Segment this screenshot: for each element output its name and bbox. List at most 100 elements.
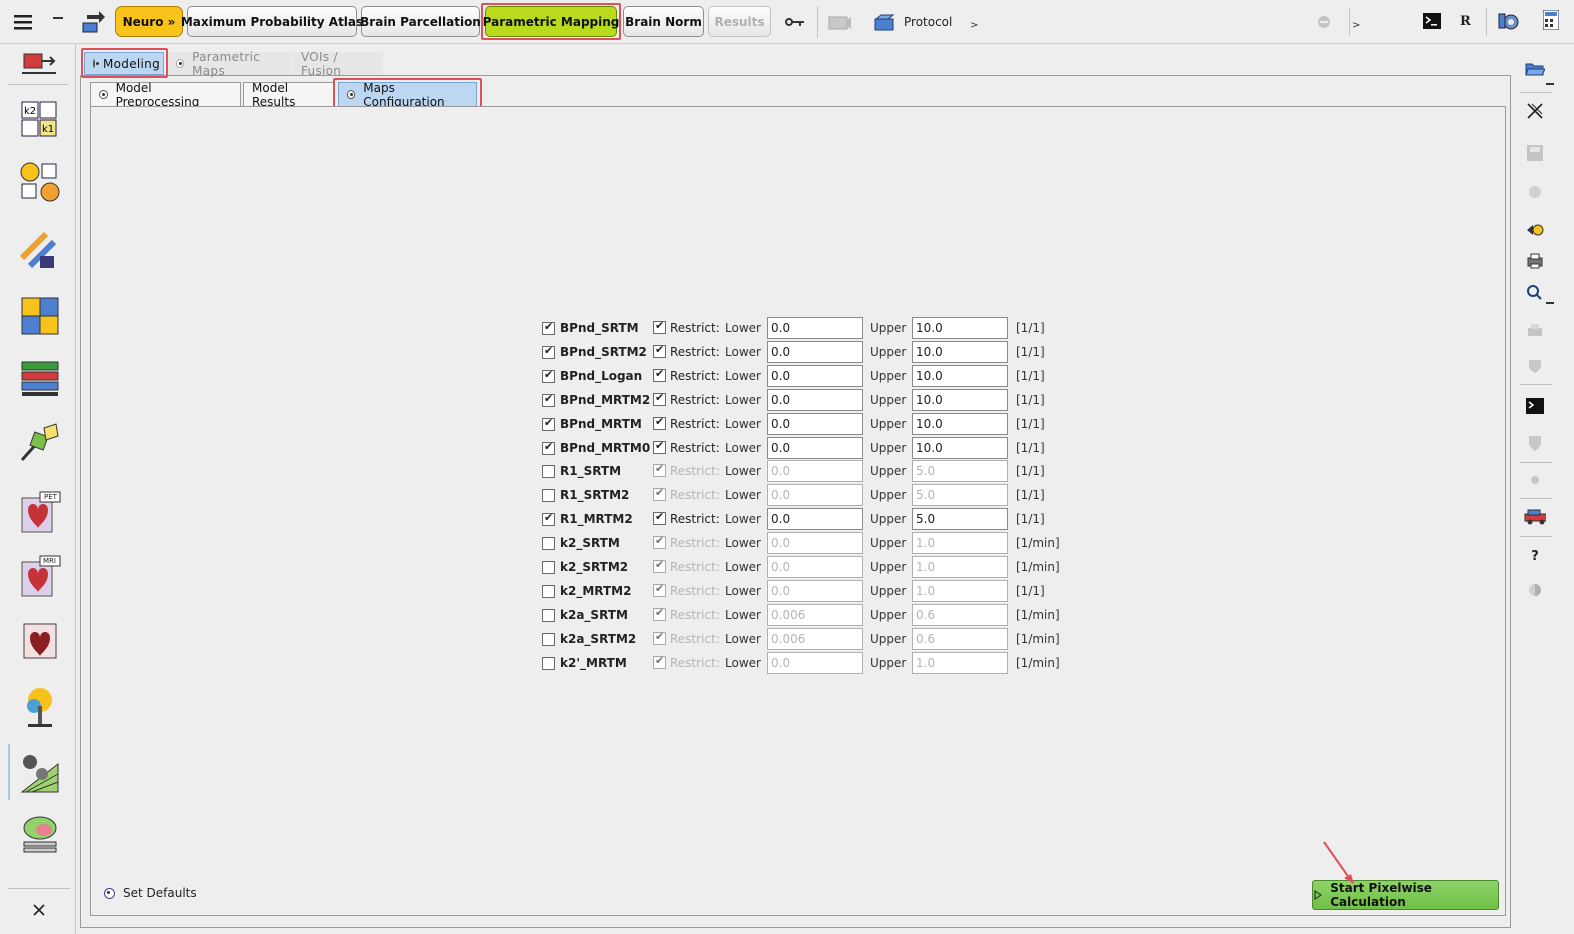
parametric-mapping-nav-icon[interactable] bbox=[18, 752, 62, 796]
tab-parametric-maps[interactable]: Parametric Maps bbox=[168, 50, 292, 78]
lower-bound-field[interactable]: 0.006 bbox=[767, 604, 863, 626]
save-icon[interactable] bbox=[1524, 143, 1546, 163]
restrict-checkbox[interactable] bbox=[653, 367, 666, 382]
help-icon[interactable]: ? bbox=[1524, 546, 1546, 566]
printer-icon[interactable] bbox=[1524, 320, 1546, 340]
restrict-checkbox[interactable] bbox=[653, 558, 666, 573]
lower-bound-field[interactable]: 0.0 bbox=[767, 532, 863, 554]
r-console-label[interactable]: R bbox=[1460, 14, 1471, 29]
minimize-icon[interactable] bbox=[52, 14, 64, 22]
rendering-tool-icon[interactable] bbox=[18, 420, 62, 464]
restrict-checkbox[interactable] bbox=[653, 391, 666, 406]
parameter-checkbox[interactable] bbox=[542, 511, 555, 526]
protocol-expand-arrow[interactable]: > bbox=[970, 20, 978, 31]
restrict-checkbox[interactable] bbox=[653, 630, 666, 645]
lower-bound-field[interactable]: 0.006 bbox=[767, 628, 863, 650]
upper-bound-field[interactable]: 0.6 bbox=[912, 628, 1008, 650]
cardiac-icon[interactable] bbox=[18, 618, 62, 662]
parameter-checkbox[interactable] bbox=[542, 608, 555, 622]
restrict-checkbox[interactable] bbox=[653, 415, 666, 430]
upper-bound-field[interactable]: 0.6 bbox=[912, 604, 1008, 626]
upper-bound-field[interactable]: 1.0 bbox=[912, 532, 1008, 554]
tab-model-preprocessing[interactable]: Model Preprocessing bbox=[90, 81, 241, 109]
parameter-checkbox[interactable] bbox=[542, 392, 555, 407]
restrict-checkbox[interactable] bbox=[653, 582, 666, 597]
parameter-checkbox[interactable] bbox=[542, 416, 555, 431]
upper-bound-field[interactable]: 1.0 bbox=[912, 652, 1008, 674]
brain-segmentation-icon[interactable] bbox=[18, 814, 62, 858]
parameter-checkbox[interactable] bbox=[542, 440, 555, 455]
tab-model-results[interactable]: Model Results bbox=[243, 81, 335, 109]
terminal-icon[interactable] bbox=[1422, 12, 1442, 30]
parameter-checkbox[interactable] bbox=[542, 488, 555, 502]
restrict-checkbox[interactable] bbox=[653, 510, 666, 525]
parameter-checkbox[interactable] bbox=[542, 464, 555, 478]
upper-bound-field[interactable]: 10.0 bbox=[912, 413, 1008, 435]
parameter-checkbox[interactable] bbox=[542, 344, 555, 359]
max-prob-atlas-button[interactable]: Maximum Probability Atlas bbox=[181, 6, 363, 37]
compare-icon[interactable] bbox=[1524, 220, 1546, 240]
image-fusion-icon[interactable] bbox=[18, 294, 62, 338]
restrict-checkbox[interactable] bbox=[653, 319, 666, 334]
maps-stack-icon[interactable] bbox=[18, 356, 62, 400]
upper-bound-field[interactable]: 10.0 bbox=[912, 389, 1008, 411]
lower-bound-field[interactable]: 0.0 bbox=[767, 484, 863, 506]
upper-bound-field[interactable]: 10.0 bbox=[912, 437, 1008, 459]
parametric-mapping-button[interactable]: Parametric Mapping bbox=[483, 6, 619, 37]
parameter-checkbox[interactable] bbox=[542, 320, 555, 335]
zoom-icon[interactable] bbox=[1524, 282, 1546, 302]
upper-bound-field[interactable]: 5.0 bbox=[912, 460, 1008, 482]
close-all-icon[interactable] bbox=[1524, 101, 1546, 121]
contrast-icon[interactable] bbox=[1524, 580, 1546, 600]
parameter-checkbox[interactable] bbox=[542, 536, 555, 550]
lower-bound-field[interactable]: 0.0 bbox=[767, 460, 863, 482]
upper-bound-field[interactable]: 5.0 bbox=[912, 484, 1008, 506]
brain-norm-button[interactable]: Brain Norm bbox=[623, 6, 704, 37]
close-icon[interactable] bbox=[30, 901, 48, 919]
restrict-checkbox[interactable] bbox=[653, 439, 666, 454]
lower-bound-field[interactable]: 0.0 bbox=[767, 437, 863, 459]
vehicle-icon[interactable] bbox=[1524, 507, 1546, 527]
restrict-checkbox[interactable] bbox=[653, 343, 666, 358]
camera-icon[interactable] bbox=[826, 11, 854, 33]
parameter-checkbox[interactable] bbox=[542, 368, 555, 383]
calculator-icon[interactable] bbox=[1540, 9, 1562, 31]
tab-maps-configuration[interactable]: Maps Configuration bbox=[338, 81, 477, 109]
shield-icon[interactable] bbox=[1524, 356, 1546, 376]
restrict-checkbox[interactable] bbox=[653, 654, 666, 669]
mri-heart-icon[interactable]: MRI bbox=[18, 554, 62, 598]
hamburger-menu-icon[interactable] bbox=[12, 12, 34, 32]
pixelwise-tools-icon[interactable] bbox=[18, 230, 62, 274]
upper-bound-field[interactable]: 1.0 bbox=[912, 580, 1008, 602]
key-icon[interactable] bbox=[784, 13, 806, 31]
data-load-icon[interactable] bbox=[18, 48, 62, 76]
tab-modeling[interactable]: Modeling bbox=[84, 52, 164, 75]
kinetic-model-icon[interactable]: k2 k1 bbox=[18, 98, 62, 142]
upper-bound-field[interactable]: 1.0 bbox=[912, 556, 1008, 578]
print-icon[interactable] bbox=[1524, 251, 1546, 271]
results-button[interactable]: Results bbox=[708, 6, 771, 37]
restrict-checkbox[interactable] bbox=[653, 462, 666, 477]
security-icon[interactable] bbox=[1524, 433, 1546, 453]
protocol-icon[interactable] bbox=[872, 11, 898, 33]
lower-bound-field[interactable]: 0.0 bbox=[767, 508, 863, 530]
brain-parcellation-button[interactable]: Brain Parcellation bbox=[360, 6, 481, 37]
lower-bound-field[interactable]: 0.0 bbox=[767, 389, 863, 411]
record-icon[interactable] bbox=[1524, 182, 1546, 202]
status-expand-arrow[interactable]: > bbox=[1352, 20, 1360, 31]
restrict-checkbox[interactable] bbox=[653, 606, 666, 621]
lower-bound-field[interactable]: 0.0 bbox=[767, 341, 863, 363]
lower-bound-field[interactable]: 0.0 bbox=[767, 413, 863, 435]
tab-vois-fusion[interactable]: VOIs / Fusion bbox=[293, 50, 383, 78]
upper-bound-field[interactable]: 10.0 bbox=[912, 341, 1008, 363]
upper-bound-field[interactable]: 5.0 bbox=[912, 508, 1008, 530]
parameter-checkbox[interactable] bbox=[542, 584, 555, 598]
restrict-checkbox[interactable] bbox=[653, 486, 666, 501]
restrict-checkbox[interactable] bbox=[653, 534, 666, 549]
lower-bound-field[interactable]: 0.0 bbox=[767, 365, 863, 387]
parameter-checkbox[interactable] bbox=[542, 656, 555, 670]
protocol-label[interactable]: Protocol bbox=[904, 15, 952, 29]
console-icon[interactable] bbox=[1524, 396, 1546, 416]
upper-bound-field[interactable]: 10.0 bbox=[912, 317, 1008, 339]
pet-heart-icon[interactable]: PET bbox=[18, 490, 62, 534]
